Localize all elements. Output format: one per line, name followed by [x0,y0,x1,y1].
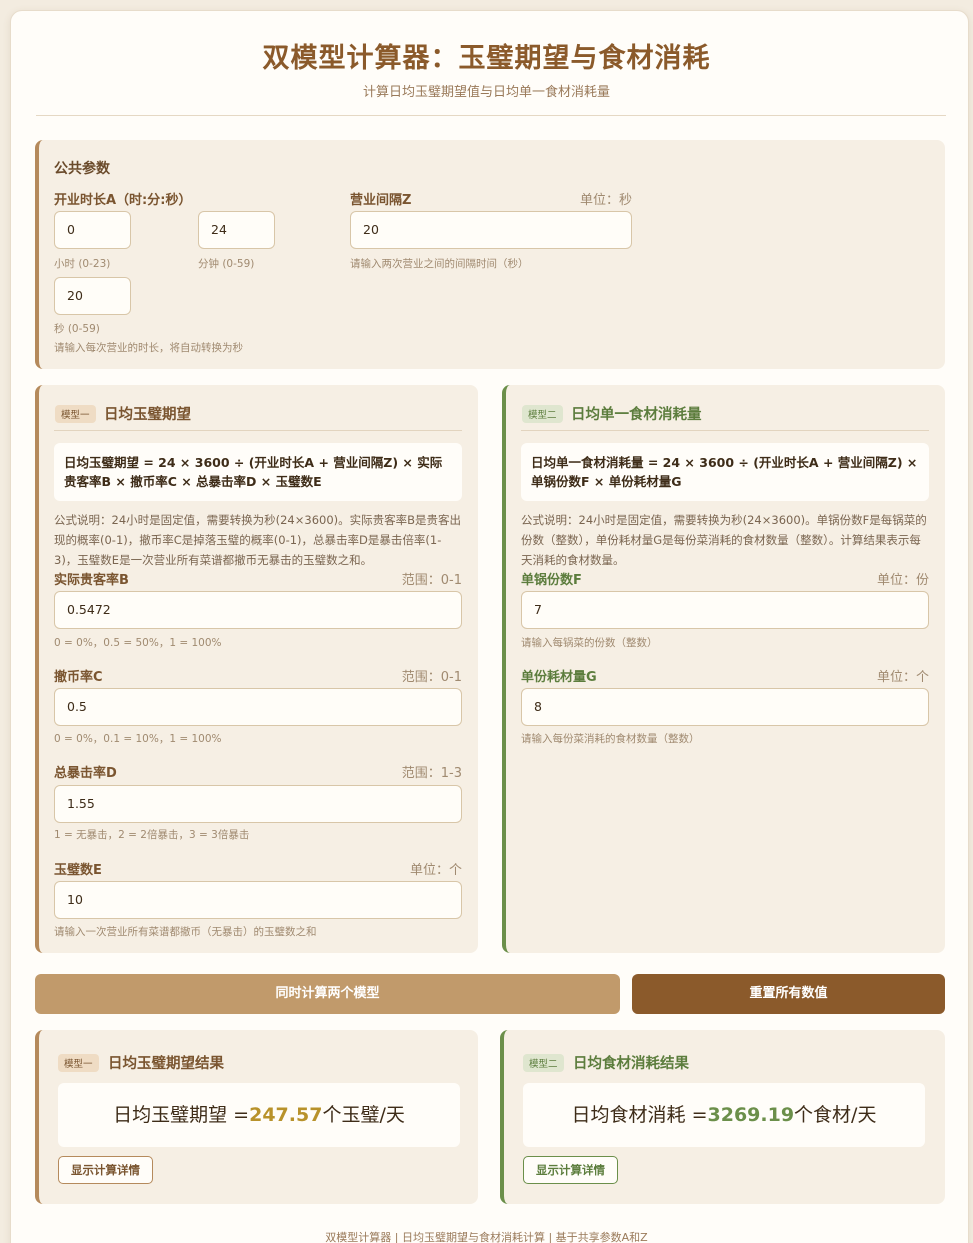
guest-rate-hint: 0 = 0%，0.5 = 50%，1 = 100% [54,637,222,649]
model1-title-rule [54,430,462,431]
result2-box: 日均食材消耗 =3269.19个食材/天 [523,1083,925,1147]
model1-badge: 模型一 [55,405,96,423]
duration-hint: 请输入每次营业的时长，将自动转换为秒 [54,342,243,354]
calculate-button[interactable]: 同时计算两个模型 [35,974,620,1014]
model1-title: 日均玉璧期望 [104,407,191,423]
minutes-input[interactable] [198,211,275,249]
jade-count-input[interactable] [54,881,462,919]
interval-hint: 请输入两次营业之间的间隔时间（秒） [350,258,529,270]
result2-badge: 模型二 [523,1054,564,1072]
result1-detail-button[interactable]: 显示计算详情 [58,1156,153,1184]
model2-title: 日均单一食材消耗量 [571,407,702,423]
material-label: 单份耗材量G [521,670,597,685]
result1-prefix: 日均玉璧期望 = [113,1104,250,1126]
jade-count-label: 玉璧数E [54,863,102,878]
result2-prefix: 日均食材消耗 = [571,1104,708,1126]
model2-badge: 模型二 [522,405,563,423]
material-unit: 单位：个 [876,670,929,685]
coin-rate-input[interactable] [54,688,462,726]
seconds-hint: 秒 (0-59) [54,323,100,335]
portions-unit: 单位：份 [876,573,929,588]
minutes-hint: 分钟 (0-59) [198,258,255,270]
result1-badge: 模型一 [58,1054,99,1072]
crit-rate-input[interactable] [54,785,462,823]
model1-formula: 日均玉璧期望 = 24 × 3600 ÷ (开业时长A + 营业间隔Z) × 实… [54,443,462,501]
common-params-title: 公共参数 [54,161,110,177]
interval-input[interactable] [350,211,632,249]
result2-value: 3269.19 [707,1104,795,1126]
hours-input[interactable] [54,211,131,249]
result1-title: 日均玉璧期望结果 [108,1056,224,1072]
hours-hint: 小时 (0-23) [54,258,111,270]
coin-rate-range: 范围：0-1 [401,670,462,685]
page-subtitle: 计算日均玉璧期望值与日均单一食材消耗量 [362,85,610,100]
guest-rate-input[interactable] [54,591,462,629]
interval-unit: 单位：秒 [579,193,632,208]
coin-rate-hint: 0 = 0%，0.1 = 10%，1 = 100% [54,733,222,745]
portions-label: 单锅份数F [521,573,582,588]
header-divider [36,115,946,116]
guest-rate-range: 范围：0-1 [401,573,462,588]
model1-description: 公式说明：24小时是固定值，需要转换为秒(24×3600)。实际贵客率B是贵客出… [54,513,462,567]
page-title: 双模型计算器：玉璧期望与食材消耗 [262,43,711,74]
interval-label: 营业间隔Z [350,193,412,208]
result2-suffix: 个食材/天 [794,1104,877,1126]
reset-button[interactable]: 重置所有数值 [632,974,945,1014]
material-hint: 请输入每份菜消耗的食材数量（整数） [521,733,700,745]
result1-suffix: 个玉璧/天 [322,1104,405,1126]
portions-input[interactable] [521,591,929,629]
seconds-input[interactable] [54,277,131,315]
material-input[interactable] [521,688,929,726]
coin-rate-label: 撤币率C [54,670,103,685]
portions-hint: 请输入每锅菜的份数（整数） [521,637,658,649]
crit-rate-label: 总暴击率D [54,766,117,781]
result1-box: 日均玉璧期望 =247.57个玉璧/天 [58,1083,460,1147]
duration-label: 开业时长A（时:分:秒） [54,193,192,208]
guest-rate-label: 实际贵客率B [54,573,129,588]
jade-count-hint: 请输入一次营业所有菜谱都撤币（无暴击）的玉璧数之和 [54,926,317,938]
result2-detail-button[interactable]: 显示计算详情 [523,1156,618,1184]
model2-formula: 日均单一食材消耗量 = 24 × 3600 ÷ (开业时长A + 营业间隔Z) … [521,443,929,501]
crit-rate-range: 范围：1-3 [401,766,462,781]
common-params-panel [35,140,945,369]
result1-value: 247.57 [249,1104,323,1126]
jade-count-unit: 单位：个 [409,863,462,878]
model2-description: 公式说明：24小时是固定值，需要转换为秒(24×3600)。单锅份数F是每锅菜的… [521,513,927,567]
footer-text: 双模型计算器 | 日均玉璧期望与食材消耗计算 | 基于共享参数A和Z [325,1231,648,1243]
model2-title-rule [521,430,929,431]
result2-title: 日均食材消耗结果 [573,1056,689,1072]
crit-rate-hint: 1 = 无暴击，2 = 2倍暴击，3 = 3倍暴击 [54,829,250,841]
